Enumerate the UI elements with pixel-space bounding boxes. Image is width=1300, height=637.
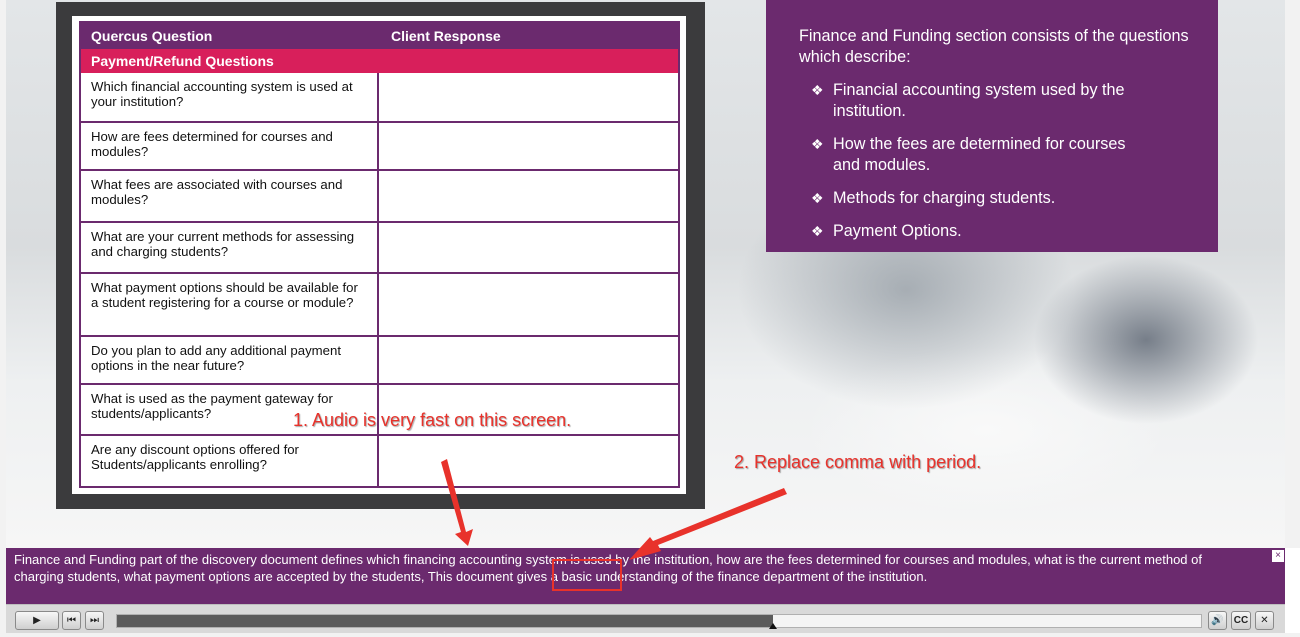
arrow-1 xyxy=(441,459,473,546)
annotation-arrows xyxy=(441,459,787,560)
progress-fill xyxy=(117,615,773,627)
progress-knob[interactable] xyxy=(768,623,777,629)
progress-bar[interactable] xyxy=(116,614,1202,629)
close-button[interactable]: ✕ xyxy=(1255,611,1274,630)
next-button[interactable]: ⏭ xyxy=(85,611,104,630)
cc-button[interactable]: CC xyxy=(1231,611,1251,630)
bottom-strip xyxy=(0,633,1300,637)
play-button[interactable]: ▶ xyxy=(15,611,59,630)
previous-button[interactable]: ⏮ xyxy=(62,611,81,630)
arrow-2 xyxy=(629,488,787,560)
volume-button[interactable]: 🔊 xyxy=(1208,611,1227,630)
